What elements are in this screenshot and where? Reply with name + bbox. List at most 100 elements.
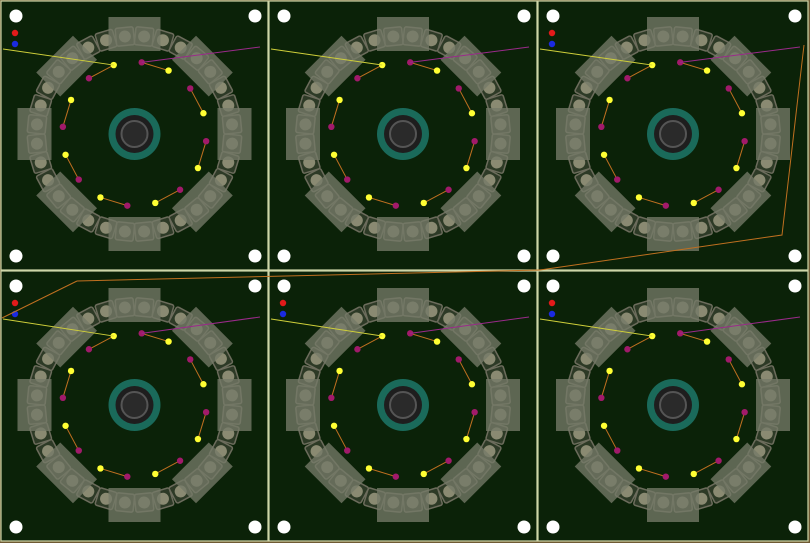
board-3 xyxy=(537,0,809,271)
via xyxy=(59,123,67,131)
via xyxy=(741,137,748,145)
via xyxy=(85,346,93,353)
via xyxy=(600,422,608,429)
via xyxy=(124,202,131,209)
via xyxy=(635,465,643,472)
via xyxy=(463,435,470,443)
via xyxy=(165,338,172,345)
via xyxy=(336,367,343,375)
pad-block xyxy=(377,488,429,522)
via xyxy=(75,176,82,183)
via xyxy=(354,346,361,353)
via xyxy=(598,123,605,131)
mounting-hole xyxy=(517,279,531,293)
marker-red-dot xyxy=(548,299,556,307)
pad-block xyxy=(647,17,699,51)
mounting-hole xyxy=(517,249,531,263)
pad-block xyxy=(108,17,161,51)
via xyxy=(703,67,711,74)
via xyxy=(75,447,82,454)
via xyxy=(392,202,400,209)
via xyxy=(97,194,104,201)
marker-red-dot xyxy=(11,299,19,307)
via xyxy=(365,194,373,201)
via xyxy=(662,202,670,209)
center-cap xyxy=(659,391,687,419)
mounting-hole xyxy=(517,9,531,23)
pad-block xyxy=(17,108,52,160)
via xyxy=(124,473,131,480)
via xyxy=(420,199,427,207)
mounting-hole xyxy=(788,249,802,263)
via xyxy=(330,422,338,429)
marker-blue-dot xyxy=(279,310,287,318)
via xyxy=(468,381,476,388)
via xyxy=(176,186,184,193)
via xyxy=(463,164,470,172)
marker-red-dot xyxy=(548,29,556,37)
marker-red-dot xyxy=(11,29,19,37)
via xyxy=(614,176,621,183)
via xyxy=(200,381,207,388)
center-cap xyxy=(120,120,149,148)
pcb-canvas xyxy=(0,0,810,543)
via xyxy=(67,367,75,375)
via xyxy=(738,110,746,117)
via xyxy=(715,186,722,193)
via xyxy=(614,447,621,454)
via xyxy=(455,356,462,363)
via xyxy=(624,75,631,82)
via xyxy=(187,85,194,92)
via xyxy=(202,408,210,416)
board-2 xyxy=(268,0,538,271)
pad-block xyxy=(647,288,699,322)
mounting-hole xyxy=(248,249,262,263)
marker-blue-dot xyxy=(548,40,556,48)
mounting-hole xyxy=(277,520,291,534)
pad-block xyxy=(486,379,520,431)
pad-block xyxy=(286,108,320,160)
mounting-hole xyxy=(9,279,23,293)
board-4 xyxy=(0,270,269,542)
center-cap xyxy=(120,391,149,419)
via xyxy=(62,151,69,158)
via xyxy=(624,346,631,353)
via xyxy=(200,110,207,117)
mounting-hole xyxy=(9,9,23,23)
mounting-hole xyxy=(277,279,291,293)
via xyxy=(328,123,335,131)
pad-block xyxy=(377,288,429,322)
mounting-hole xyxy=(788,279,802,293)
via xyxy=(97,465,104,472)
via xyxy=(62,422,69,429)
via xyxy=(715,457,722,464)
via xyxy=(85,75,93,82)
pad-block xyxy=(377,17,429,51)
mounting-hole xyxy=(546,279,560,293)
mounting-hole xyxy=(517,520,531,534)
via xyxy=(445,457,452,464)
via xyxy=(703,338,711,345)
via xyxy=(328,394,335,402)
pad-block xyxy=(17,379,52,431)
via xyxy=(445,186,452,193)
pcb-panel xyxy=(0,0,809,542)
mounting-hole xyxy=(546,249,560,263)
mounting-hole xyxy=(788,9,802,23)
board-5 xyxy=(268,270,538,542)
mounting-hole xyxy=(248,279,262,293)
pad-block xyxy=(756,379,790,431)
via xyxy=(344,447,351,454)
pad-block xyxy=(286,379,320,431)
via xyxy=(725,85,732,92)
pad-block xyxy=(556,379,590,431)
board-6 xyxy=(537,270,809,542)
mounting-hole xyxy=(9,249,23,263)
via xyxy=(598,394,605,402)
via xyxy=(662,473,670,480)
via xyxy=(690,470,697,478)
via xyxy=(433,338,441,345)
via xyxy=(471,408,478,416)
via xyxy=(455,85,462,92)
pad-block xyxy=(486,108,520,160)
